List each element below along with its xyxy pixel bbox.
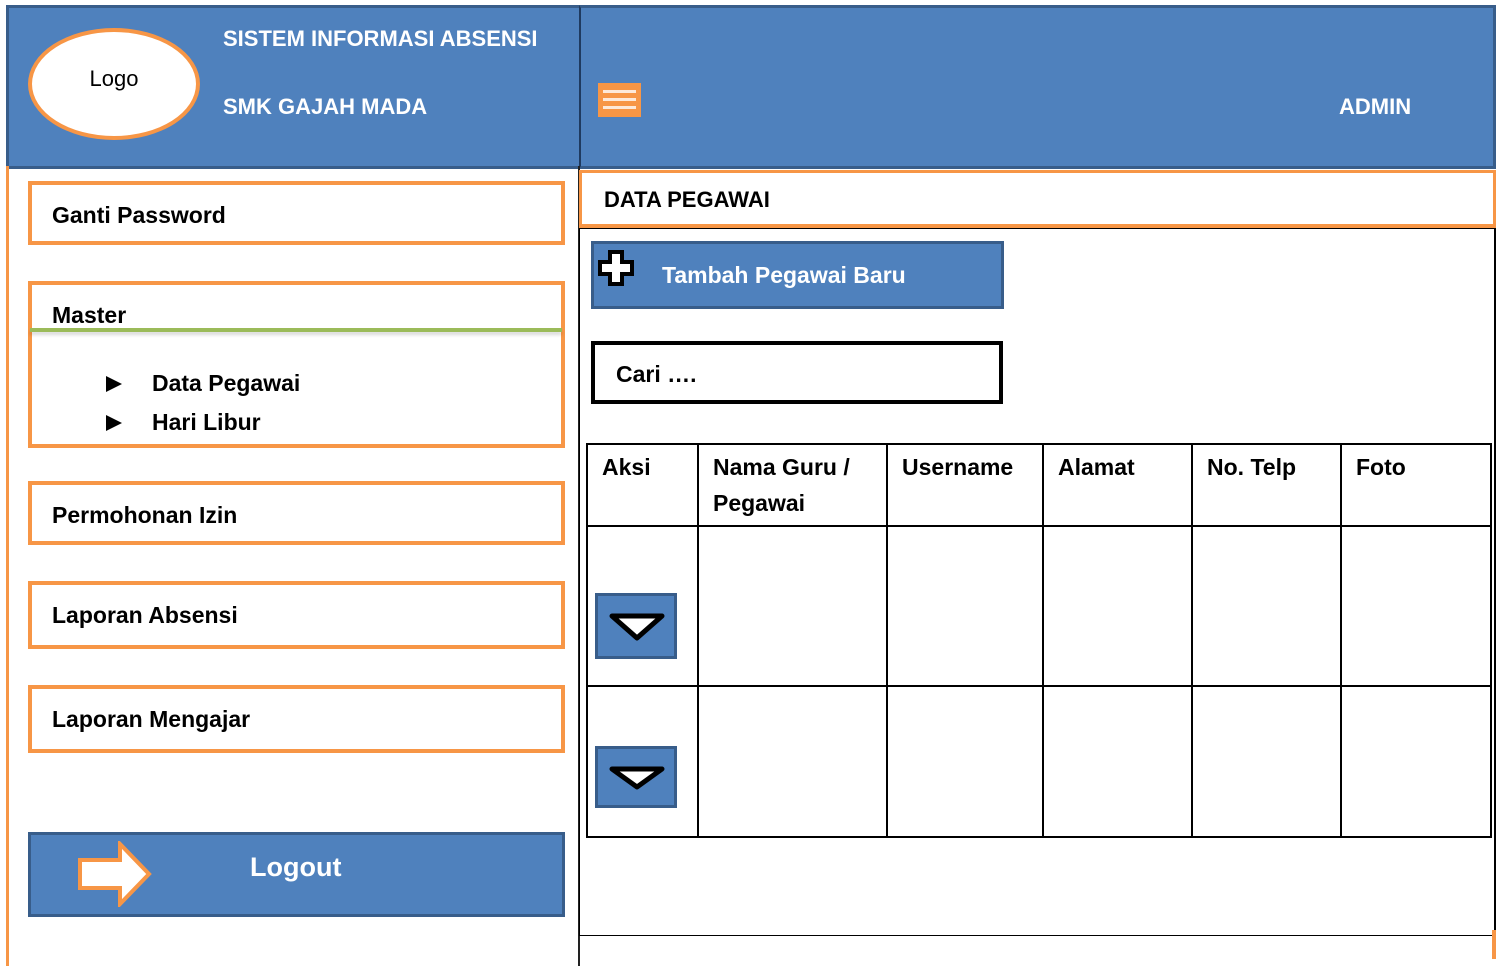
table-cell	[1042, 525, 1193, 687]
user-label[interactable]: ADMIN	[1339, 94, 1411, 120]
column-header-foto: Foto	[1340, 443, 1492, 527]
table-cell	[697, 685, 888, 838]
menu-master: Master Data Pegawai Hari Libur	[28, 281, 565, 448]
table-row	[586, 685, 1492, 838]
submenu-data-pegawai[interactable]: Data Pegawai	[106, 370, 300, 397]
column-header-username: Username	[886, 443, 1044, 527]
add-employee-label: Tambah Pegawai Baru	[662, 262, 906, 288]
logout-button[interactable]: Logout	[28, 832, 565, 917]
system-title: SISTEM INFORMASI ABSENSI	[223, 26, 538, 51]
menu-laporan-absensi-label: Laporan Absensi	[52, 602, 238, 628]
menu-laporan-absensi[interactable]: Laporan Absensi	[28, 581, 565, 649]
arrow-right-icon	[78, 841, 152, 907]
employee-table: Aksi Nama Guru / Pegawai Username Alamat …	[586, 443, 1492, 838]
plus-icon	[598, 250, 634, 286]
bullet-arrow-icon	[106, 375, 122, 392]
table-cell	[886, 525, 1044, 687]
column-header-no-telp: No. Telp	[1191, 443, 1342, 527]
add-employee-button[interactable]: Tambah Pegawai Baru	[591, 241, 1004, 309]
section-header: DATA PEGAWAI	[579, 170, 1496, 228]
column-header-nama: Nama Guru / Pegawai	[697, 443, 888, 527]
menu-master-label[interactable]: Master	[52, 302, 126, 329]
school-name: SMK GAJAH MADA	[223, 94, 428, 119]
table-cell	[1340, 685, 1492, 838]
hamburger-icon[interactable]	[598, 83, 641, 117]
page-title: DATA PEGAWAI	[604, 187, 770, 212]
table-cell	[1042, 685, 1193, 838]
submenu-data-pegawai-label: Data Pegawai	[152, 370, 301, 396]
search-input[interactable]: Cari ….	[591, 341, 1003, 404]
column-header-alamat: Alamat	[1042, 443, 1193, 527]
row-action-dropdown-button[interactable]	[595, 746, 677, 808]
search-placeholder: Cari ….	[616, 361, 697, 387]
master-divider	[30, 328, 562, 332]
logo[interactable]: Logo	[28, 28, 200, 140]
table-cell	[1340, 525, 1492, 687]
logo-text: Logo	[89, 66, 139, 91]
table-cell	[1191, 525, 1342, 687]
table-row	[586, 525, 1492, 687]
table-cell	[1191, 685, 1342, 838]
bullet-arrow-icon	[106, 414, 122, 431]
menu-laporan-mengajar[interactable]: Laporan Mengajar	[28, 685, 565, 753]
table-cell	[697, 525, 888, 687]
table-cell	[886, 685, 1044, 838]
submenu-hari-libur[interactable]: Hari Libur	[106, 409, 261, 436]
chevron-down-icon	[609, 766, 665, 790]
menu-permohonan-izin-label: Permohonan Izin	[52, 502, 238, 528]
menu-ganti-password[interactable]: Ganti Password	[28, 181, 565, 245]
menu-permohonan-izin[interactable]: Permohonan Izin	[28, 481, 565, 545]
menu-laporan-mengajar-label: Laporan Mengajar	[52, 706, 251, 732]
column-header-aksi: Aksi	[586, 443, 699, 527]
row-action-dropdown-button[interactable]	[595, 593, 677, 659]
content-edge-accent	[1492, 930, 1496, 959]
table-header-row: Aksi Nama Guru / Pegawai Username Alamat …	[586, 443, 1492, 527]
menu-ganti-password-label: Ganti Password	[52, 202, 226, 228]
header-top-bar	[579, 5, 1496, 169]
submenu-hari-libur-label: Hari Libur	[152, 409, 261, 435]
logout-label: Logout	[250, 852, 342, 882]
chevron-down-icon	[609, 613, 665, 641]
